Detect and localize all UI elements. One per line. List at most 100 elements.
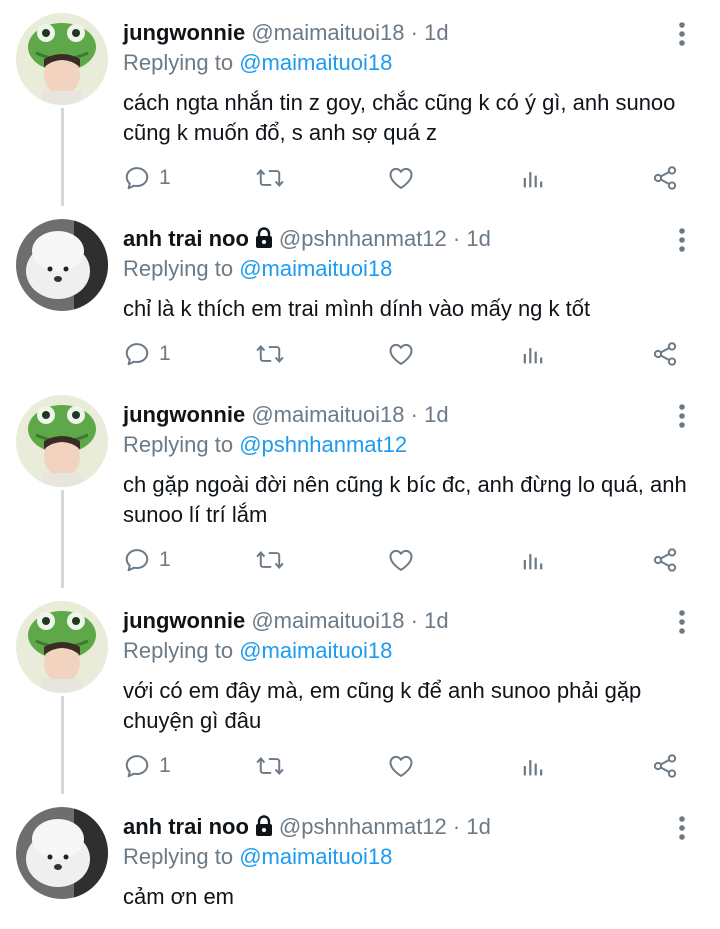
thread-line — [61, 108, 64, 206]
reply-icon — [125, 167, 149, 190]
tweet-actions: 1 — [123, 750, 693, 782]
green-frog-hat-avatar-icon — [16, 601, 108, 693]
replying-prefix: Replying to — [123, 256, 234, 281]
analytics-button[interactable] — [519, 544, 547, 576]
replying-prefix: Replying to — [123, 432, 234, 457]
replying-to: Replying to @maimaituoi18 — [123, 638, 392, 664]
like-button[interactable] — [387, 162, 415, 194]
share-button[interactable] — [651, 750, 679, 782]
tweet-header: jungwonnie @maimaituoi18 · 1d — [123, 402, 449, 428]
replying-to-handle[interactable]: @pshnhanmat12 — [239, 432, 407, 457]
display-name[interactable]: anh trai noo — [123, 226, 249, 251]
tweet-text: cách ngta nhắn tin z goy, chắc cũng k có… — [123, 90, 676, 145]
tweet-header: jungwonnie @maimaituoi18 · 1d — [123, 608, 449, 634]
more-options-icon[interactable] — [672, 226, 692, 254]
green-frog-hat-avatar-icon — [16, 13, 108, 105]
reply-icon — [125, 755, 149, 778]
tweet[interactable]: anh trai noo @pshnhanmat12 · 1d Replying … — [0, 206, 720, 382]
like-button[interactable] — [387, 750, 415, 782]
analytics-button[interactable] — [519, 338, 547, 370]
more-options-icon[interactable] — [672, 20, 692, 48]
heart-icon — [389, 167, 413, 189]
replying-to: Replying to @maimaituoi18 — [123, 50, 392, 76]
share-button[interactable] — [651, 338, 679, 370]
reply-button[interactable]: 1 — [123, 750, 171, 782]
tweet-actions: 1 — [123, 544, 693, 576]
avatar[interactable] — [16, 13, 108, 105]
share-icon — [653, 166, 677, 190]
display-name[interactable]: jungwonnie — [123, 402, 245, 427]
retweet-button[interactable] — [255, 750, 285, 782]
display-name[interactable]: jungwonnie — [123, 608, 245, 633]
retweet-button[interactable] — [255, 544, 285, 576]
retweet-button[interactable] — [255, 338, 285, 370]
tweet[interactable]: anh trai noo @pshnhanmat12 · 1d Replying … — [0, 794, 720, 929]
thread-line — [61, 696, 64, 794]
more-options-icon[interactable] — [672, 608, 692, 636]
user-handle[interactable]: @maimaituoi18 — [251, 20, 404, 45]
share-button[interactable] — [651, 544, 679, 576]
display-name[interactable]: anh trai noo — [123, 814, 249, 839]
analytics-icon — [523, 172, 543, 188]
timestamp[interactable]: · 1d — [411, 20, 449, 45]
timestamp[interactable]: · 1d — [453, 814, 491, 839]
reply-button[interactable]: 1 — [123, 338, 171, 370]
replying-prefix: Replying to — [123, 50, 234, 75]
user-handle[interactable]: @pshnhanmat12 — [279, 226, 447, 251]
replying-to-handle[interactable]: @maimaituoi18 — [239, 256, 392, 281]
analytics-icon — [523, 554, 543, 570]
avatar[interactable] — [16, 395, 108, 487]
replying-to-handle[interactable]: @maimaituoi18 — [239, 50, 392, 75]
tweet[interactable]: jungwonnie @maimaituoi18 · 1d Replying t… — [0, 0, 720, 206]
more-options-icon[interactable] — [672, 814, 692, 842]
share-button[interactable] — [651, 162, 679, 194]
share-icon — [653, 754, 677, 778]
timestamp[interactable]: · 1d — [411, 402, 449, 427]
tweet[interactable]: jungwonnie @maimaituoi18 · 1d Replying t… — [0, 382, 720, 588]
avatar[interactable] — [16, 807, 108, 899]
like-button[interactable] — [387, 338, 415, 370]
reply-button[interactable]: 1 — [123, 544, 171, 576]
heart-icon — [389, 549, 413, 571]
avatar[interactable] — [16, 601, 108, 693]
user-handle[interactable]: @maimaituoi18 — [251, 608, 404, 633]
tweet-actions: 1 — [123, 338, 693, 370]
heart-icon — [389, 755, 413, 777]
retweet-icon — [256, 345, 284, 363]
tweet-text: với có em đây mà, em cũng k để anh sunoo… — [123, 678, 642, 733]
reply-count: 1 — [159, 166, 171, 189]
tweet[interactable]: jungwonnie @maimaituoi18 · 1d Replying t… — [0, 588, 720, 794]
replying-to-handle[interactable]: @maimaituoi18 — [239, 844, 392, 869]
user-handle[interactable]: @pshnhanmat12 — [279, 814, 447, 839]
reply-icon — [125, 343, 149, 366]
lock-icon — [253, 815, 275, 843]
tweet-header: anh trai noo @pshnhanmat12 · 1d — [123, 226, 491, 255]
lock-icon — [253, 227, 275, 255]
retweet-button[interactable] — [255, 162, 285, 194]
reply-icon — [125, 549, 149, 572]
reply-count: 1 — [159, 548, 171, 571]
white-dog-avatar-icon — [16, 807, 108, 899]
tweet-text: ch gặp ngoài đời nên cũng k bíc đc, anh … — [123, 472, 687, 527]
green-frog-hat-avatar-icon — [16, 395, 108, 487]
retweet-icon — [256, 551, 284, 569]
timestamp[interactable]: · 1d — [453, 226, 491, 251]
analytics-icon — [523, 760, 543, 776]
tweet-header: jungwonnie @maimaituoi18 · 1d — [123, 20, 449, 46]
thread-line — [61, 490, 64, 588]
replying-to-handle[interactable]: @maimaituoi18 — [239, 638, 392, 663]
tweet-text: cảm ơn em — [123, 884, 235, 909]
like-button[interactable] — [387, 544, 415, 576]
more-options-icon[interactable] — [672, 402, 692, 430]
display-name[interactable]: jungwonnie — [123, 20, 245, 45]
analytics-button[interactable] — [519, 750, 547, 782]
share-icon — [653, 548, 677, 572]
analytics-icon — [523, 348, 543, 364]
replying-to: Replying to @pshnhanmat12 — [123, 432, 407, 458]
analytics-button[interactable] — [519, 162, 547, 194]
replying-to: Replying to @maimaituoi18 — [123, 256, 392, 282]
avatar[interactable] — [16, 219, 108, 311]
user-handle[interactable]: @maimaituoi18 — [251, 402, 404, 427]
reply-button[interactable]: 1 — [123, 162, 171, 194]
timestamp[interactable]: · 1d — [411, 608, 449, 633]
